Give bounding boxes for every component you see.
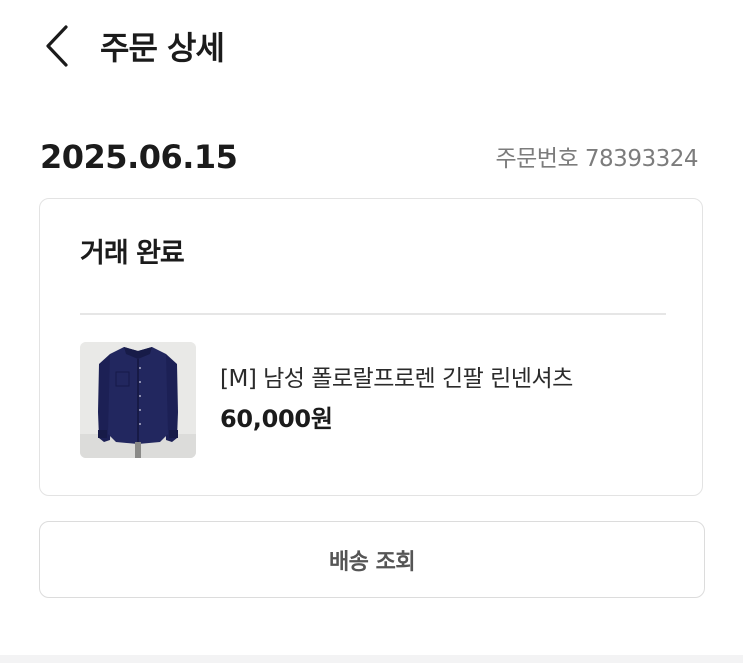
page-title: 주문 상세 <box>100 29 225 67</box>
product-name: [M] 남성 폴로랄프로렌 긴팔 린넨셔츠 <box>220 366 573 392</box>
card-divider <box>80 313 666 315</box>
delivery-tracking-button[interactable]: 배송 조회 <box>39 521 705 598</box>
product-price: 60,000원 <box>220 405 333 433</box>
order-date: 2025.06.15 <box>40 138 238 176</box>
bottom-divider <box>0 655 743 663</box>
product-image <box>80 342 196 458</box>
order-card: 거래 완료 [M] 남성 폴로랄프로렌 긴팔 린넨셔츠 60,000원 <box>39 198 703 496</box>
order-status: 거래 완료 <box>80 238 185 269</box>
order-number: 주문번호 78393324 <box>495 146 698 172</box>
header: 주문 상세 <box>0 0 743 96</box>
chevron-left-icon <box>46 25 68 67</box>
back-button[interactable] <box>38 22 82 70</box>
navy-shirt-photo <box>80 342 196 458</box>
product-item[interactable]: [M] 남성 폴로랄프로렌 긴팔 린넨셔츠 60,000원 <box>80 342 666 458</box>
